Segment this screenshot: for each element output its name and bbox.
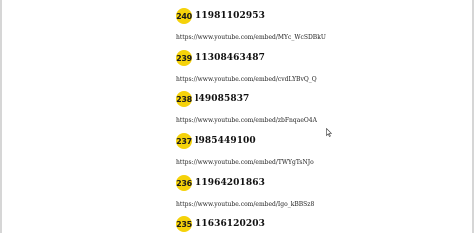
video-link[interactable]: https://www.youtube.com/embed/TWYgTsNJo: [176, 159, 456, 166]
entry-id: l49085837: [195, 94, 250, 104]
list-item: 236 11964201863 https://www.youtube.com/…: [176, 175, 456, 208]
entry-id: 11981102953: [195, 11, 265, 21]
list-item: 235 11636120203: [176, 216, 456, 232]
video-link[interactable]: https://www.youtube.com/embed/MYc_WcSDBk…: [176, 34, 456, 41]
video-link[interactable]: https://www.youtube.com/embed/cvdLYBvQ_Q: [176, 76, 456, 83]
number-badge: 237: [176, 133, 192, 149]
list-item: 239 11308463487 https://www.youtube.com/…: [176, 50, 456, 83]
mouse-cursor-icon: [326, 128, 332, 137]
entry-id: 11308463487: [195, 53, 265, 63]
list-item: 237 l985449100 https://www.youtube.com/e…: [176, 133, 456, 166]
entry-id: l985449100: [195, 136, 256, 146]
entry-header: 235 11636120203: [176, 216, 456, 232]
number-badge: 238: [176, 91, 192, 107]
entry-id: 11964201863: [195, 178, 265, 188]
list-item: 240 11981102953 https://www.youtube.com/…: [176, 8, 456, 41]
page-left-edge: [0, 0, 2, 233]
number-badge: 239: [176, 50, 192, 66]
entry-header: 238 l49085837: [176, 91, 456, 107]
entry-header: 240 11981102953: [176, 8, 456, 24]
number-badge: 235: [176, 216, 192, 232]
list-item: 238 l49085837 https://www.youtube.com/em…: [176, 91, 456, 124]
entry-id: 11636120203: [195, 219, 265, 229]
entry-header: 239 11308463487: [176, 50, 456, 66]
entry-header: 236 11964201863: [176, 175, 456, 191]
video-link[interactable]: https://www.youtube.com/embed/Igo_kBBSz8: [176, 201, 456, 208]
entry-header: 237 l985449100: [176, 133, 456, 149]
number-badge: 240: [176, 8, 192, 24]
number-badge: 236: [176, 175, 192, 191]
video-link[interactable]: https://www.youtube.com/embed/zbFnqaeO4A: [176, 117, 456, 124]
